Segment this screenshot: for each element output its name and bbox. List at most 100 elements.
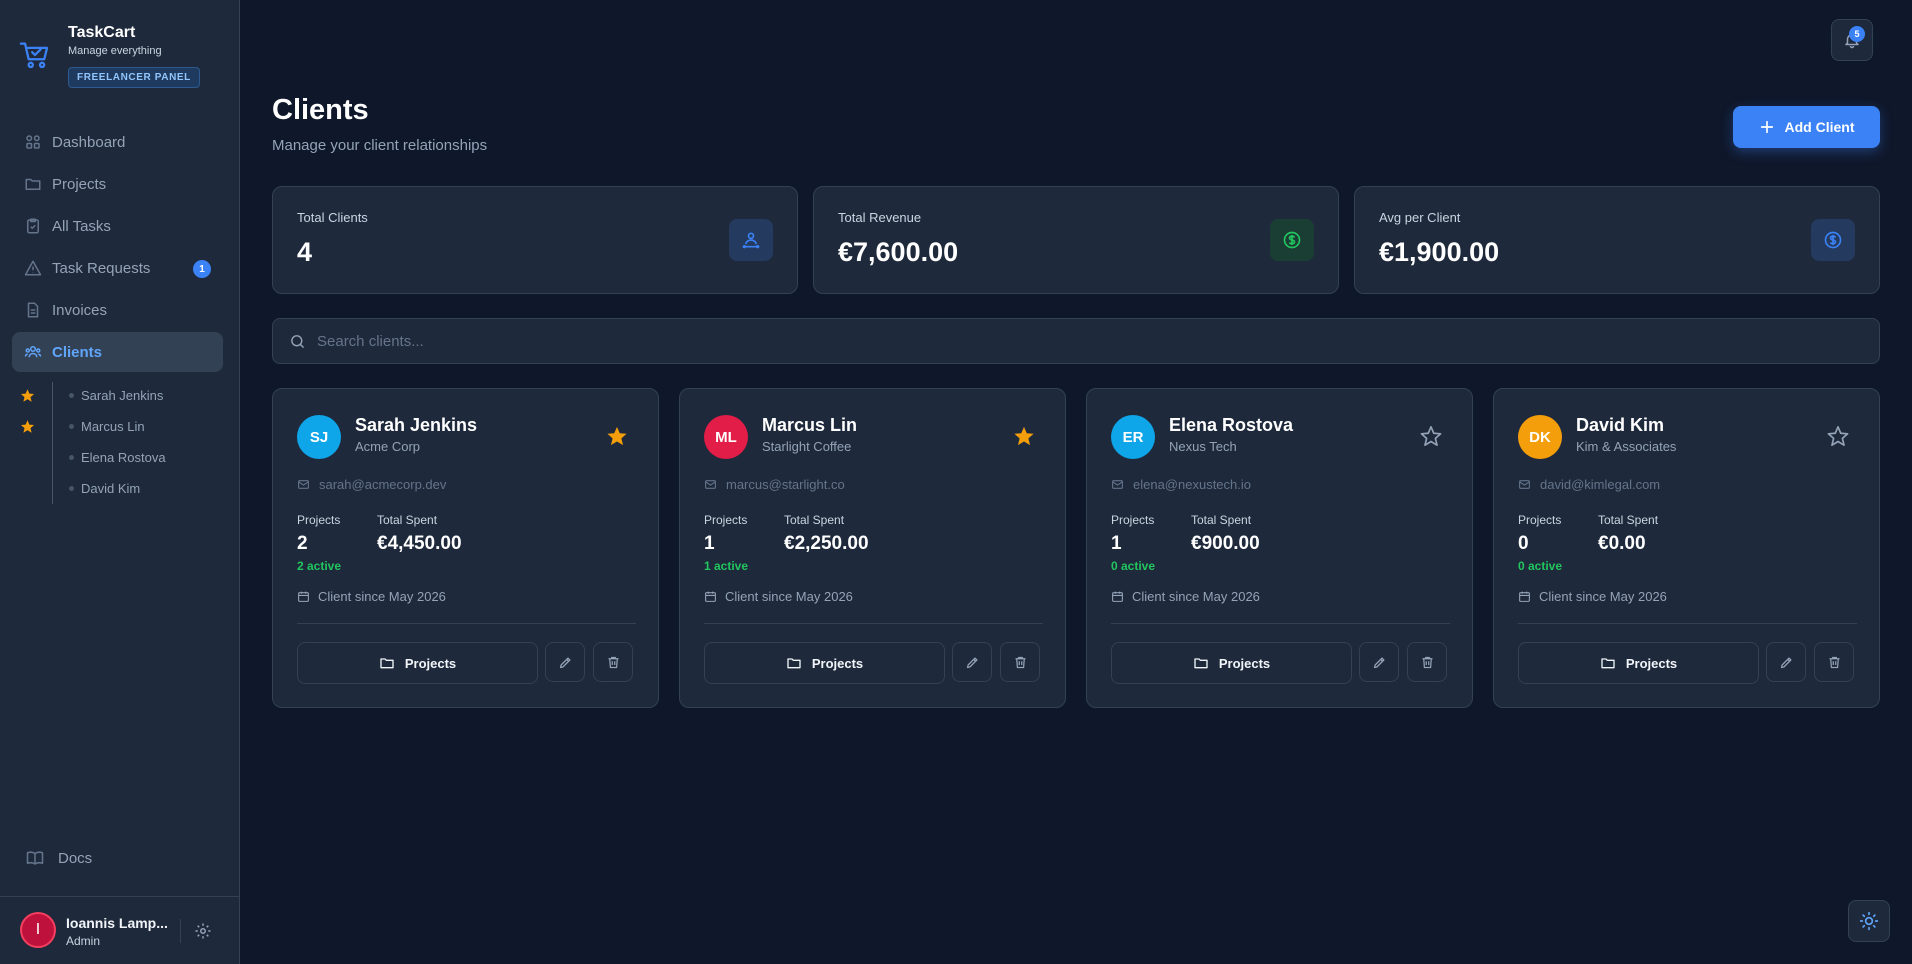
client-card-elena-rostova: ER Elena Rostova Nexus Tech elena@nexust… [1086,388,1473,708]
clipboard-check-icon [24,217,42,235]
tree-line [52,382,53,504]
calendar-icon [1518,590,1531,603]
document-icon [24,301,42,319]
view-projects-button[interactable]: Projects [1111,642,1352,684]
client-email: sarah@acmecorp.dev [297,477,446,492]
view-projects-label: Projects [1625,655,1678,671]
nav-item-all-tasks[interactable]: All Tasks [12,206,223,246]
total-spent-label: Total Spent [377,513,438,527]
client-shortcut-elena-rostova[interactable]: Elena Rostova [20,442,220,473]
client-since-text: Client since May 2026 [1132,589,1260,604]
user-name: Ioannis Lamp... [66,915,168,931]
star-filled-icon[interactable] [606,425,628,447]
client-card-marcus-lin: ML Marcus Lin Starlight Coffee marcus@st… [679,388,1066,708]
pencil-icon [1372,655,1387,670]
warning-triangle-icon [24,259,42,277]
client-shortcut-label: Marcus Lin [81,419,145,434]
plus-icon [1759,119,1775,135]
edit-client-button[interactable] [1359,642,1399,682]
add-client-label: Add Client [1784,119,1855,135]
projects-label: Projects [297,513,341,527]
add-client-button[interactable]: Add Client [1733,106,1880,148]
total-spent-label: Total Spent [1191,513,1252,527]
client-shortcut-david-kim[interactable]: David Kim [20,473,220,504]
delete-client-button[interactable] [1407,642,1447,682]
nav-item-invoices[interactable]: Invoices [12,290,223,330]
client-since-text: Client since May 2026 [725,589,853,604]
page-subtitle: Manage your client relationships [272,137,488,154]
client-shortcut-label: Elena Rostova [81,450,166,465]
client-company: Nexus Tech [1169,439,1237,454]
bullet [69,455,74,460]
view-projects-button[interactable]: Projects [1518,642,1759,684]
notifications-count-badge: 5 [1849,26,1865,42]
trash-icon [606,655,621,670]
nav-item-clients[interactable]: Clients [12,332,223,372]
stat-value: €1,900.00 [1379,237,1500,267]
stat-value: €7,600.00 [838,237,959,267]
client-email: david@kimlegal.com [1518,477,1660,492]
view-projects-button[interactable]: Projects [297,642,538,684]
active-count: 2 active [297,559,342,573]
nav-item-task-requests[interactable]: Task Requests 1 [12,248,223,288]
divider [297,623,636,624]
delete-client-button[interactable] [593,642,633,682]
client-shortcut-sarah-jenkins[interactable]: Sarah Jenkins [20,380,220,411]
nav-item-dashboard[interactable]: Dashboard [12,122,223,162]
gear-icon[interactable] [194,922,212,940]
search-input[interactable] [317,319,1857,363]
view-projects-button[interactable]: Projects [704,642,945,684]
edit-client-button[interactable] [952,642,992,682]
total-spent-value: €2,250.00 [784,533,869,554]
projects-count: 2 [297,533,308,554]
nav-item-projects[interactable]: Projects [12,164,223,204]
stat-label: Avg per Client [1379,210,1461,225]
divider [180,919,181,943]
delete-client-button[interactable] [1000,642,1040,682]
brand-name: TaskCart [68,24,136,41]
client-shortcuts: Sarah Jenkins Marcus Lin Elena Rostova D… [20,380,220,504]
mail-icon [1518,478,1531,491]
view-projects-label: Projects [1218,655,1271,671]
dollar-circle-icon [1811,219,1855,261]
avatar[interactable]: I [20,912,56,948]
task-requests-count-badge: 1 [193,260,211,278]
stat-label: Total Clients [297,210,368,225]
bullet [69,424,74,429]
divider [1518,623,1857,624]
edit-client-button[interactable] [1766,642,1806,682]
client-company: Acme Corp [355,439,421,454]
brand[interactable]: TaskCart Manage everything FREELANCER PA… [18,24,200,88]
star-outline-icon[interactable] [1827,425,1849,447]
mail-icon [297,478,310,491]
docs-label: Docs [58,849,93,867]
nav-label: All Tasks [52,217,111,235]
nav-label: Invoices [52,301,108,319]
client-since-text: Client since May 2026 [1539,589,1667,604]
theme-toggle-button[interactable] [1848,900,1890,942]
client-since: Client since May 2026 [1111,589,1260,604]
client-email: elena@nexustech.io [1111,477,1251,492]
notifications-button[interactable]: 5 [1831,19,1873,61]
nav-label: Task Requests [52,259,151,277]
stat-card-total-revenue: Total Revenue €7,600.00 [813,186,1339,294]
docs-link[interactable]: Docs [26,849,92,867]
client-since: Client since May 2026 [1518,589,1667,604]
client-shortcut-marcus-lin[interactable]: Marcus Lin [20,411,220,442]
projects-label: Projects [1518,513,1562,527]
star-outline-icon[interactable] [1420,425,1442,447]
pencil-icon [558,655,573,670]
client-company: Starlight Coffee [762,439,852,454]
client-email-text: elena@nexustech.io [1133,477,1251,492]
search-bar [272,318,1880,364]
projects-count: 1 [1111,533,1122,554]
stat-card-total-clients: Total Clients 4 [272,186,798,294]
main-nav: Dashboard Projects All Tasks Task Reques… [12,122,223,374]
shopping-cart-icon [18,38,52,72]
edit-client-button[interactable] [545,642,585,682]
star-filled-icon[interactable] [1013,425,1035,447]
avatar: DK [1518,415,1562,459]
projects-label: Projects [704,513,748,527]
client-since: Client since May 2026 [704,589,853,604]
delete-client-button[interactable] [1814,642,1854,682]
